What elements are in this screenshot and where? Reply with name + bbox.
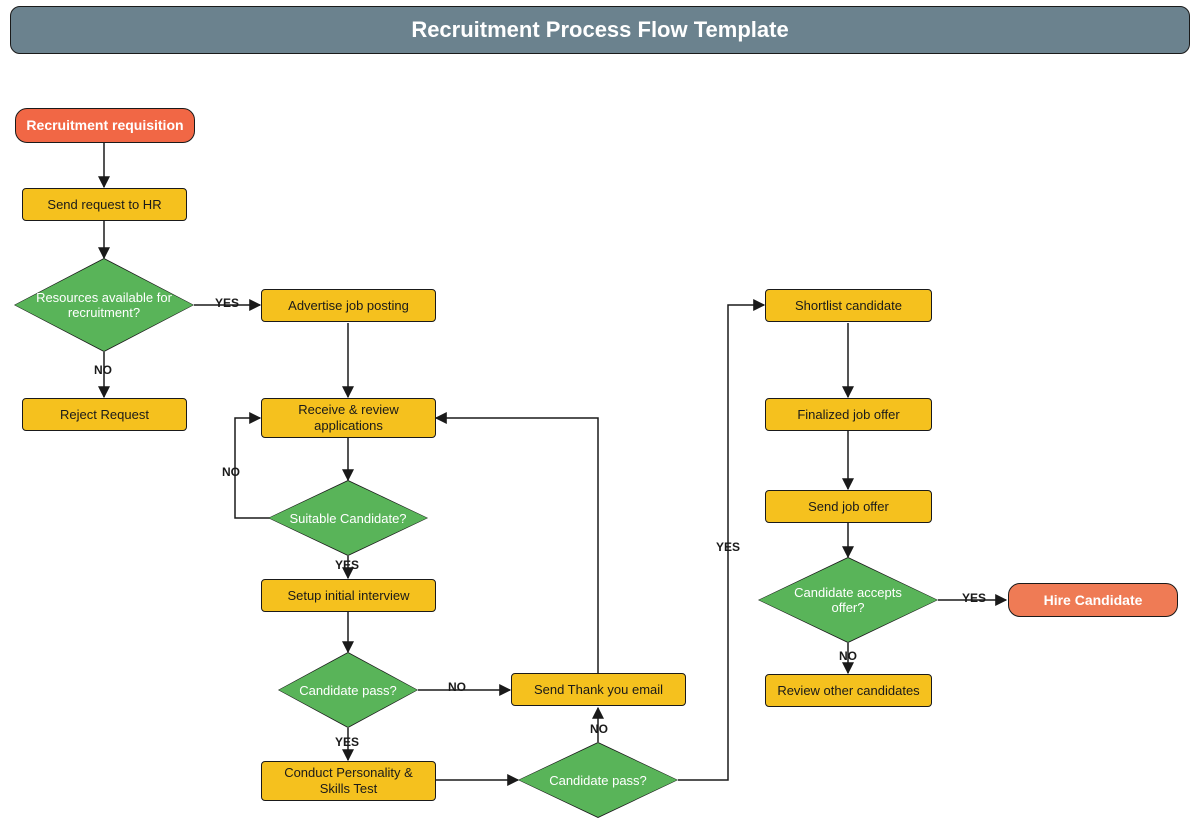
decision-label: Candidate accepts offer? [758, 585, 938, 615]
edge-label-no: NO [222, 465, 240, 479]
node-setup: Setup initial interview [261, 579, 436, 612]
node-resources-decision: Resources available for recruitment? [14, 258, 194, 352]
edge-label-no: NO [448, 680, 466, 694]
node-shortlist: Shortlist candidate [765, 289, 932, 322]
flowchart-canvas: Recruitment requisition Send request to … [0, 0, 1200, 832]
node-advertise: Advertise job posting [261, 289, 436, 322]
node-hire: Hire Candidate [1008, 583, 1178, 617]
edge-label-yes: YES [215, 296, 239, 310]
edge-label-yes: YES [716, 540, 740, 554]
node-reject: Reject Request [22, 398, 187, 431]
decision-label: Candidate pass? [279, 683, 417, 698]
node-conduct: Conduct Personality & Skills Test [261, 761, 436, 801]
edge-label-no: NO [590, 722, 608, 736]
decision-label: Candidate pass? [529, 773, 667, 788]
node-pass1-decision: Candidate pass? [278, 652, 418, 728]
node-suitable-decision: Suitable Candidate? [268, 480, 428, 556]
node-receive: Receive & review applications [261, 398, 436, 438]
node-finalize: Finalized job offer [765, 398, 932, 431]
decision-label: Resources available for recruitment? [14, 290, 194, 320]
node-pass2-decision: Candidate pass? [518, 742, 678, 818]
edge-label-yes: YES [335, 558, 359, 572]
node-send-hr: Send request to HR [22, 188, 187, 221]
decision-label: Suitable Candidate? [269, 511, 426, 526]
node-reviewother: Review other candidates [765, 674, 932, 707]
edge-label-yes: YES [335, 735, 359, 749]
node-start: Recruitment requisition [15, 108, 195, 143]
node-thankyou: Send Thank you email [511, 673, 686, 706]
node-sendoffer: Send job offer [765, 490, 932, 523]
edge-label-yes: YES [962, 591, 986, 605]
node-accepts-decision: Candidate accepts offer? [758, 557, 938, 643]
edge-label-no: NO [94, 363, 112, 377]
edge-label-no: NO [839, 649, 857, 663]
